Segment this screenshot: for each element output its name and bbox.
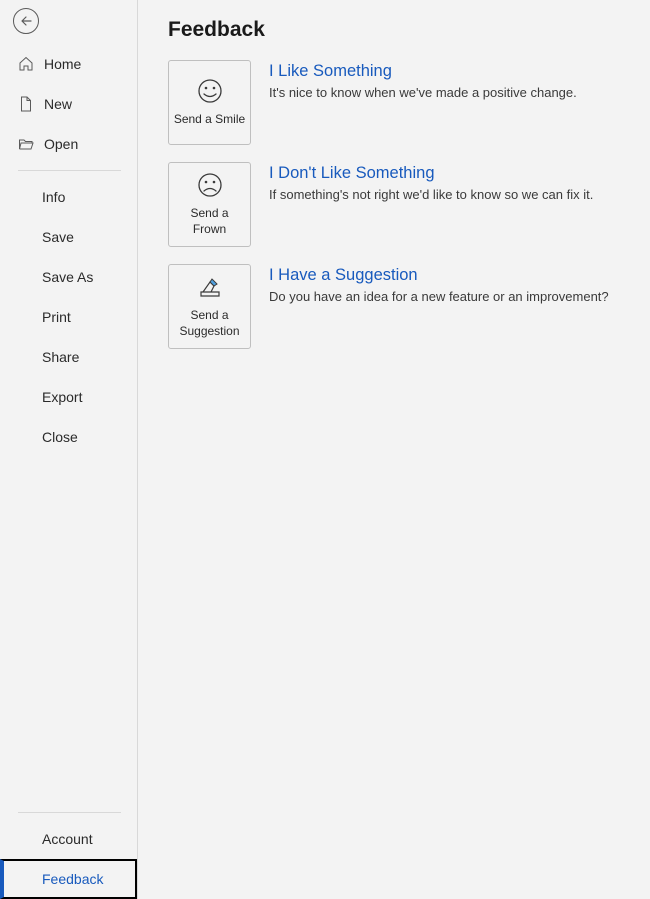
nav-new[interactable]: New <box>0 84 137 124</box>
nav-label: Save As <box>42 269 93 285</box>
feedback-option-smile: Send a Smile I Like Something It's nice … <box>168 60 650 145</box>
nav-label: Close <box>42 429 78 445</box>
nav-label: Open <box>44 136 78 152</box>
nav-info[interactable]: Info <box>0 177 137 217</box>
divider <box>18 170 121 171</box>
folder-open-icon <box>18 136 34 152</box>
feedback-option-suggestion: Send a Suggestion I Have a Suggestion Do… <box>168 264 650 349</box>
nav-share[interactable]: Share <box>0 337 137 377</box>
nav-account[interactable]: Account <box>0 819 137 859</box>
nav-label: Export <box>42 389 82 405</box>
feedback-option-frown: Send a Frown I Don't Like Something If s… <box>168 162 650 247</box>
nav-label: Info <box>42 189 65 205</box>
nav-label: New <box>44 96 72 112</box>
nav-label: Print <box>42 309 71 325</box>
nav-save-as[interactable]: Save As <box>0 257 137 297</box>
feedback-option-title: I Like Something <box>269 62 577 81</box>
feedback-option-title: I Have a Suggestion <box>269 266 609 285</box>
nav-save[interactable]: Save <box>0 217 137 257</box>
feedback-option-desc: If something's not right we'd like to kn… <box>269 187 593 202</box>
page-title: Feedback <box>168 18 650 42</box>
nav-print[interactable]: Print <box>0 297 137 337</box>
back-button[interactable] <box>13 8 39 34</box>
frown-face-icon <box>197 172 223 198</box>
nav-label: Feedback <box>42 871 103 887</box>
nav-label: Share <box>42 349 79 365</box>
smile-face-icon <box>197 78 223 104</box>
feedback-option-desc: Do you have an idea for a new feature or… <box>269 289 609 304</box>
nav-export[interactable]: Export <box>0 377 137 417</box>
back-arrow-icon <box>20 15 32 27</box>
send-frown-button[interactable]: Send a Frown <box>168 162 251 247</box>
nav-open[interactable]: Open <box>0 124 137 164</box>
send-smile-button[interactable]: Send a Smile <box>168 60 251 145</box>
main-content: Feedback Send a Smile I Like Something I… <box>138 0 650 899</box>
nav-label: Home <box>44 56 81 72</box>
nav-label: Save <box>42 229 74 245</box>
tile-label: Send a Suggestion <box>173 308 246 339</box>
home-icon <box>18 56 34 72</box>
nav-label: Account <box>42 831 93 847</box>
nav-feedback[interactable]: Feedback <box>0 859 137 899</box>
tile-label: Send a Smile <box>174 112 245 128</box>
divider <box>18 812 121 813</box>
tile-label: Send a Frown <box>173 206 246 237</box>
document-icon <box>18 96 34 112</box>
backstage-sidebar: Home New Open Info Save Save As Print Sh… <box>0 0 138 899</box>
nav-home[interactable]: Home <box>0 44 137 84</box>
nav-close[interactable]: Close <box>0 417 137 457</box>
feedback-option-title: I Don't Like Something <box>269 164 593 183</box>
send-suggestion-button[interactable]: Send a Suggestion <box>168 264 251 349</box>
suggestion-icon <box>197 274 223 300</box>
feedback-option-desc: It's nice to know when we've made a posi… <box>269 85 577 100</box>
